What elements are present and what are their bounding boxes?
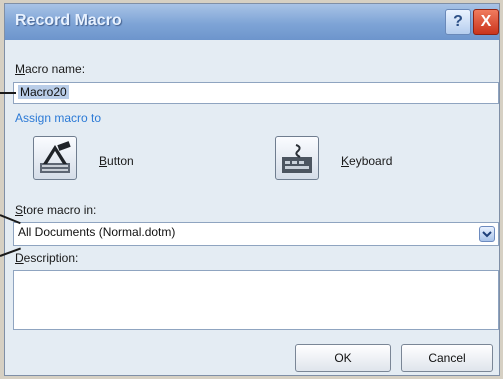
chevron-down-icon	[480, 230, 494, 244]
assign-button-label: Button	[99, 154, 134, 168]
macro-name-label: Macro name:	[15, 62, 86, 76]
assign-keyboard-label: Keyboard	[341, 154, 393, 168]
cancel-button[interactable]: Cancel	[401, 344, 493, 372]
assign-macro-heading: Assign macro to	[15, 111, 102, 125]
record-macro-dialog: Record Macro ? X Macro name: Macro20 Ass…	[4, 3, 500, 376]
keyboard-icon	[276, 144, 318, 183]
store-macro-dropdown[interactable]: All Documents (Normal.dotm)	[13, 222, 499, 246]
dropdown-arrow[interactable]	[479, 226, 495, 242]
macro-name-input[interactable]: Macro20	[13, 82, 499, 104]
hammer-icon	[34, 141, 76, 183]
store-macro-label: Store macro in:	[15, 203, 97, 217]
callout-line-macro-name	[0, 92, 16, 94]
ok-button[interactable]: OK	[295, 344, 391, 372]
assign-keyboard-button[interactable]	[275, 136, 319, 180]
title-bar[interactable]: Record Macro ? X	[5, 4, 499, 40]
macro-name-value: Macro20	[18, 85, 69, 99]
description-textarea[interactable]	[13, 270, 499, 330]
store-macro-value: All Documents (Normal.dotm)	[18, 225, 176, 239]
assign-button-button[interactable]	[33, 136, 77, 180]
close-button[interactable]: X	[473, 9, 499, 35]
dialog-title: Record Macro	[15, 12, 122, 29]
description-label: Description:	[15, 251, 79, 265]
help-button[interactable]: ?	[445, 9, 471, 35]
